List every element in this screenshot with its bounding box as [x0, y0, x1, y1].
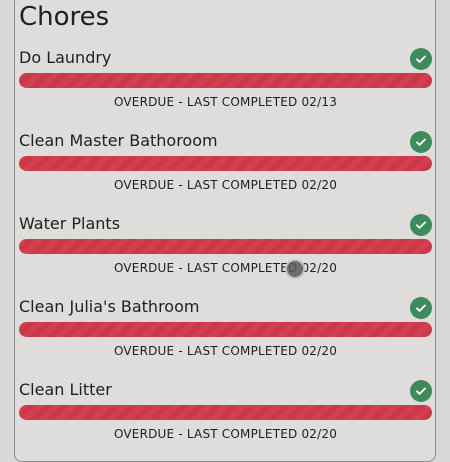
chore-status: OVERDUE - LAST COMPLETED 02/20 — [113, 427, 338, 441]
chore-status: OVERDUE - LAST COMPLETED 02/20 — [113, 178, 338, 192]
chore-name: Water Plants — [19, 214, 121, 233]
chore-status: OVERDUE - LAST COMPLETED 02/13 — [113, 95, 338, 109]
check-circle-icon[interactable] — [410, 380, 432, 402]
check-circle-icon[interactable] — [410, 131, 432, 153]
overdue-progress-bar — [19, 239, 432, 254]
check-circle-icon[interactable] — [410, 214, 432, 236]
check-circle-icon[interactable] — [410, 297, 432, 319]
overdue-progress-bar — [19, 73, 432, 88]
overdue-progress-bar — [19, 322, 432, 337]
cursor-indicator — [285, 259, 305, 279]
chore-name: Clean Litter — [19, 380, 112, 399]
check-circle-icon[interactable] — [410, 48, 432, 70]
chore-name: Clean Julia's Bathroom — [19, 297, 200, 316]
overdue-progress-bar — [19, 405, 432, 420]
chore-status: OVERDUE - LAST COMPLETED 02/20 — [113, 261, 338, 275]
chore-status: OVERDUE - LAST COMPLETED 02/20 — [113, 344, 338, 358]
page-title: Chores — [19, 2, 110, 32]
chore-name: Clean Master Bathoroom — [19, 131, 218, 150]
overdue-progress-bar — [19, 156, 432, 171]
chore-name: Do Laundry — [19, 48, 112, 67]
